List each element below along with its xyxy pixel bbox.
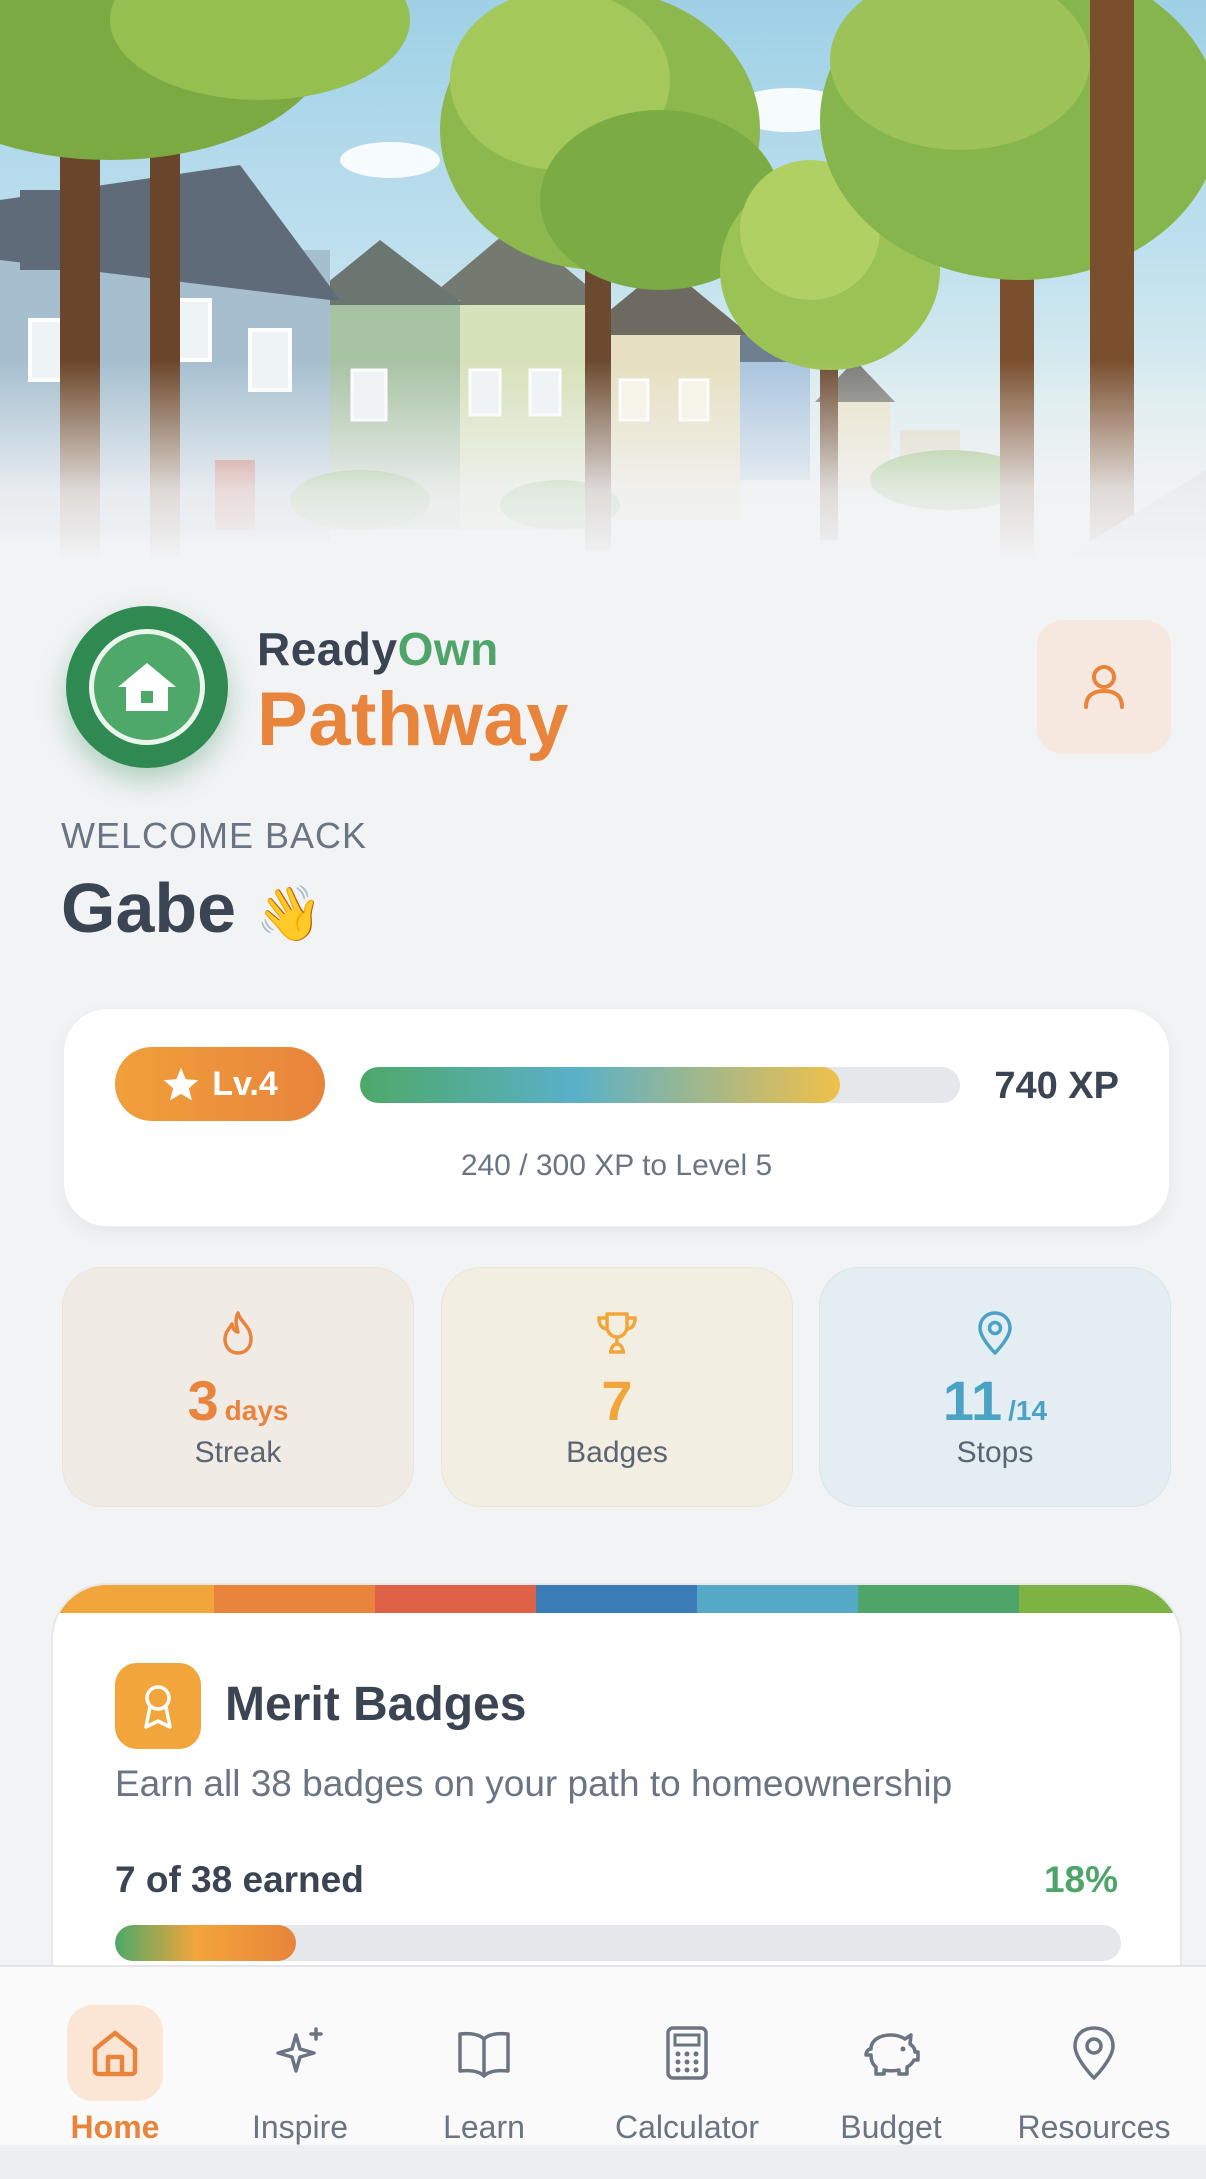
stripe-segment (214, 1585, 375, 1613)
nav-home[interactable]: Home (55, 1967, 175, 2147)
app-logo (66, 606, 228, 768)
nav-calculator[interactable]: Calculator (602, 1967, 772, 2147)
merit-count: 7 of 38 earned (115, 1859, 364, 1900)
stripe-segment (697, 1585, 858, 1613)
stops-total: /14 (1008, 1395, 1048, 1426)
home-icon (92, 2030, 138, 2077)
bottom-nav: Home Inspire Learn Calculator Budget Res… (0, 1965, 1206, 2145)
stripe-segment (858, 1585, 1019, 1613)
xp-progress-fill (360, 1067, 840, 1103)
xp-total: 740 XP (994, 1065, 1119, 1107)
sparkles-icon (276, 2027, 323, 2073)
stat-card-stops[interactable]: 11/14 Stops (819, 1267, 1171, 1507)
level-card[interactable]: Lv.4 740 XP 240 / 300 XP to Level 5 (63, 1008, 1170, 1227)
merit-icon-box (115, 1663, 201, 1749)
book-icon (458, 2031, 510, 2078)
welcome-name: Gabe 👋 (61, 868, 323, 948)
badges-value: 7 (601, 1369, 633, 1432)
map-pin-nav-icon (1073, 2026, 1115, 2080)
merit-subtitle: Earn all 38 badges on your path to homeo… (115, 1763, 953, 1804)
welcome-label: WELCOME BACK (61, 815, 368, 856)
stripe-segment (536, 1585, 697, 1613)
logo-inner (89, 629, 205, 745)
level-pill: Lv.4 (115, 1047, 325, 1121)
nav-inspire-label: Inspire (251, 2109, 349, 2145)
system-bottom-bar (0, 2145, 1206, 2179)
nav-budget-label: Budget (840, 2109, 942, 2145)
hero-illustration (0, 0, 1206, 560)
streak-value: 3 (187, 1369, 219, 1432)
ribbon-award-icon (144, 1685, 172, 1729)
badges-label: Badges (566, 1436, 668, 1469)
home-logo-icon (118, 663, 176, 711)
merit-progress-fill (115, 1925, 297, 1961)
brand-name: ReadyOwn (257, 622, 499, 676)
stripe-segment (53, 1585, 214, 1613)
stripe-segment (1019, 1585, 1180, 1613)
nav-calculator-label: Calculator (614, 2109, 760, 2145)
merit-progress-bar (115, 1925, 1121, 1961)
flame-icon (223, 1311, 253, 1355)
merit-percent: 18% (1043, 1859, 1118, 1900)
brand-name-part2: Own (397, 623, 499, 675)
stripe-segment (375, 1585, 536, 1613)
nav-budget[interactable]: Budget (830, 1967, 952, 2147)
map-pin-icon (978, 1311, 1012, 1355)
hero-fade (0, 360, 1206, 560)
user-name: Gabe (61, 869, 237, 947)
wave-emoji: 👋 (255, 884, 323, 944)
xp-progress-bar (360, 1067, 960, 1103)
user-icon (1084, 665, 1124, 709)
merit-title: Merit Badges (225, 1678, 527, 1731)
piggy-bank-icon (864, 2033, 920, 2076)
calculator-icon (666, 2026, 708, 2080)
streak-unit: days (224, 1395, 289, 1426)
brand-name-part1: Ready (257, 623, 398, 675)
profile-button[interactable] (1037, 620, 1171, 754)
nav-learn[interactable]: Learn (424, 1967, 544, 2147)
nav-resources[interactable]: Resources (1014, 1967, 1174, 2147)
stops-label: Stops (956, 1436, 1034, 1469)
nav-inspire[interactable]: Inspire (240, 1967, 360, 2147)
nav-home-label: Home (70, 2109, 160, 2145)
stat-card-badges[interactable]: 7 Badges (441, 1267, 793, 1507)
merit-color-stripe (53, 1585, 1180, 1613)
stat-card-streak[interactable]: 3 days Streak (62, 1267, 414, 1507)
star-icon (164, 1067, 199, 1101)
nav-learn-label: Learn (443, 2109, 525, 2145)
trophy-icon (597, 1312, 637, 1354)
stops-value: 11 (942, 1369, 1003, 1432)
nav-resources-label: Resources (1017, 2109, 1171, 2145)
xp-caption: 240 / 300 XP to Level 5 (460, 1149, 773, 1182)
level-label: Lv.4 (212, 1064, 278, 1103)
streak-label: Streak (194, 1436, 282, 1469)
brand-subtitle: Pathway (257, 677, 569, 762)
